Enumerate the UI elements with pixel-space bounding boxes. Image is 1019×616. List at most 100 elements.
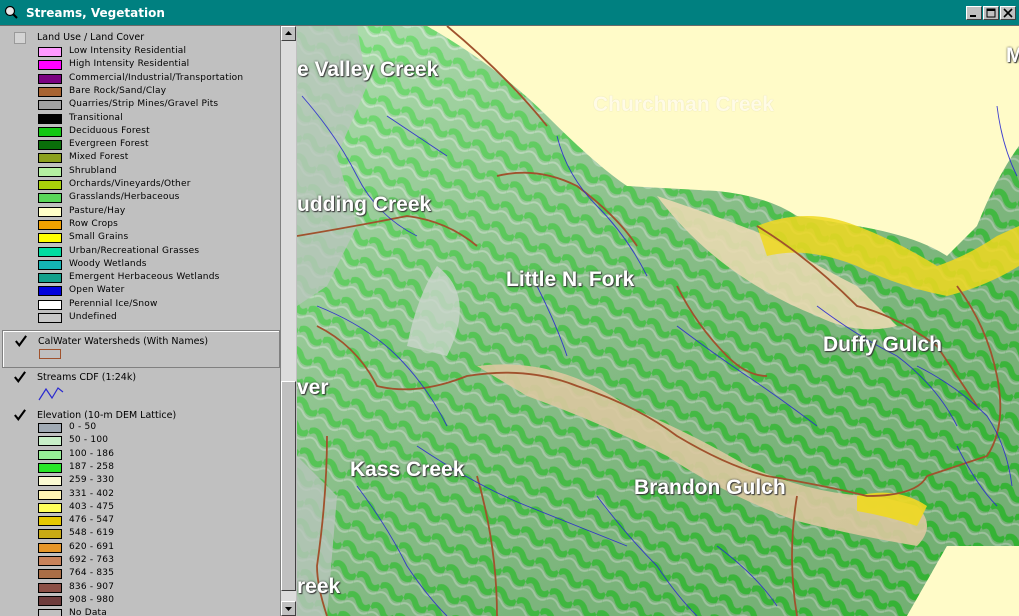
color-swatch	[38, 299, 62, 310]
color-swatch	[38, 436, 62, 447]
class-label: 50 - 100	[69, 435, 109, 446]
color-swatch	[38, 542, 62, 553]
watershed-label: M	[1006, 44, 1019, 67]
class-label: 692 - 763	[69, 555, 115, 565]
minimize-icon	[970, 15, 976, 17]
color-swatch	[38, 140, 62, 151]
scroll-up-button[interactable]	[281, 26, 296, 41]
watershed-label: Little N. Fork	[506, 268, 635, 291]
window-title-bar: Streams, Vegetation	[0, 0, 1019, 26]
checkmark-icon[interactable]	[15, 335, 27, 347]
class-label: Pasture/Hay	[69, 205, 126, 216]
color-swatch	[38, 113, 62, 124]
class-label: Open Water	[69, 285, 125, 296]
color-swatch	[38, 569, 62, 580]
watershed-label: Duffy Gulch	[823, 333, 942, 356]
minimize-button[interactable]	[966, 6, 982, 20]
theme-land-use[interactable]: Land Use / Land Cover Low Intensity Resi…	[2, 30, 278, 330]
color-swatch	[38, 180, 62, 190]
scroll-thumb[interactable]	[281, 381, 296, 591]
maximize-button[interactable]	[983, 6, 999, 20]
watershed-label: e Valley Creek	[297, 58, 439, 81]
class-label: 403 - 475	[69, 501, 115, 512]
class-label: 259 - 330	[69, 475, 115, 486]
checkmark-icon[interactable]	[14, 409, 26, 421]
theme-title: Elevation (10-m DEM Lattice)	[37, 410, 177, 421]
color-swatch	[38, 529, 62, 540]
class-label: Row Crops	[69, 218, 119, 229]
class-label: Commercial/Industrial/Transportation	[69, 72, 244, 83]
theme-elevation[interactable]: Elevation (10-m DEM Lattice) 0 - 50 50 - …	[2, 406, 278, 616]
class-label: Undefined	[69, 312, 117, 322]
class-label: Deciduous Forest	[69, 125, 150, 136]
class-label: Quarries/Strip Mines/Gravel Pits	[69, 99, 219, 110]
color-swatch	[38, 166, 62, 177]
class-label: 764 - 835	[69, 568, 115, 579]
color-swatch	[38, 47, 62, 57]
watershed-label: Churchman Creek	[593, 93, 774, 116]
color-swatch	[38, 126, 62, 137]
stream-line-symbol	[38, 387, 64, 401]
class-label: 187 - 258	[69, 461, 115, 472]
color-swatch	[38, 73, 62, 84]
watershed-label: Brandon Gulch	[634, 476, 786, 499]
color-swatch	[38, 423, 62, 433]
class-label: Perennial Ice/Snow	[69, 298, 158, 309]
class-label: Grasslands/Herbaceous	[69, 192, 180, 203]
color-swatch	[38, 582, 62, 593]
class-label: 476 - 547	[69, 515, 115, 526]
color-swatch	[38, 516, 62, 527]
theme-streams[interactable]: Streams CDF (1:24k)	[2, 368, 278, 406]
watershed-label: udding Creek	[297, 193, 432, 216]
class-label: 620 - 691	[69, 541, 115, 552]
close-button[interactable]	[1000, 6, 1016, 20]
class-label: 548 - 619	[69, 528, 115, 539]
color-swatch	[38, 60, 62, 71]
class-label: Evergreen Forest	[69, 139, 149, 150]
color-swatch	[38, 313, 62, 323]
theme-title: Streams CDF (1:24k)	[37, 372, 137, 383]
class-label: Shrubland	[69, 165, 117, 176]
color-swatch	[38, 259, 62, 270]
arcview-app-icon[interactable]	[4, 5, 18, 19]
color-swatch	[38, 100, 62, 111]
class-label: 0 - 50	[69, 422, 97, 432]
map-view[interactable]: e Valley Creek Churchman Creek udding Cr…	[297, 26, 1019, 616]
class-label: Bare Rock/Sand/Clay	[69, 85, 167, 96]
color-swatch	[38, 273, 62, 284]
class-label: Emergent Herbaceous Wetlands	[69, 272, 220, 283]
class-label: Transitional	[69, 112, 123, 123]
color-swatch	[38, 556, 62, 566]
color-swatch	[38, 206, 62, 217]
color-swatch	[38, 609, 62, 616]
watershed-boundary-symbol	[39, 349, 61, 359]
color-swatch	[38, 595, 62, 606]
color-swatch	[38, 462, 62, 473]
legend-scrollbar[interactable]	[280, 26, 296, 616]
theme-watersheds[interactable]: CalWater Watersheds (With Names)	[2, 330, 280, 368]
theme-visibility-checkbox[interactable]	[14, 32, 26, 44]
maximize-icon	[986, 8, 996, 18]
class-label: Mixed Forest	[69, 152, 129, 163]
color-swatch	[38, 449, 62, 460]
watershed-label: reek	[297, 575, 341, 598]
close-icon	[1003, 8, 1013, 18]
color-swatch	[38, 86, 62, 97]
class-label: Small Grains	[69, 232, 129, 243]
class-label: 836 - 907	[69, 581, 115, 592]
color-swatch	[38, 502, 62, 513]
color-swatch	[38, 219, 62, 230]
color-swatch	[38, 246, 62, 257]
color-swatch	[38, 286, 62, 297]
theme-title: Land Use / Land Cover	[37, 32, 145, 43]
class-label: 908 - 980	[69, 594, 115, 605]
color-swatch	[38, 489, 62, 500]
window-title: Streams, Vegetation	[26, 6, 165, 20]
class-label: Woody Wetlands	[69, 258, 147, 269]
arrow-down-icon	[285, 607, 292, 611]
class-label: 100 - 186	[69, 448, 115, 459]
watershed-label: ver	[297, 376, 329, 399]
class-label: No Data	[69, 608, 107, 616]
scroll-down-button[interactable]	[281, 601, 296, 616]
checkmark-icon[interactable]	[14, 371, 26, 383]
